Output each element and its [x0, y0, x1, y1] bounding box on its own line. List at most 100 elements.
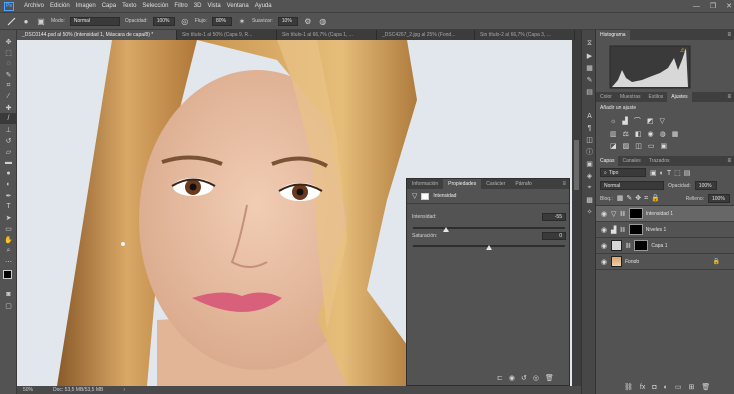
marquee-tool-icon[interactable]: ⬚: [0, 47, 17, 58]
crop-tool-icon[interactable]: ⌗: [0, 80, 17, 91]
layer-mask-thumbnail[interactable]: [628, 208, 643, 219]
menu-item-capa[interactable]: Capa: [102, 3, 116, 9]
paragraph-icon[interactable]: ¶: [582, 122, 597, 134]
smooth-field[interactable]: 10%: [277, 16, 298, 26]
libraries-icon[interactable]: ▣: [582, 158, 597, 170]
lasso-tool-icon[interactable]: ◌: [0, 58, 17, 69]
layer-name[interactable]: Capa 1: [651, 243, 667, 249]
tab-sin-titulo-1-50[interactable]: Sin título-1 al 50% (Capa 9, R...: [177, 30, 277, 40]
layer-name[interactable]: Fondo: [625, 259, 639, 265]
blend-mode-select[interactable]: Normal: [600, 181, 664, 190]
saturation-slider-handle[interactable]: [486, 245, 492, 250]
black-white-icon[interactable]: ◧: [635, 130, 642, 138]
gradient-map-icon[interactable]: ▭: [648, 142, 655, 150]
eraser-tool-icon[interactable]: ▱: [0, 146, 17, 157]
new-adjustment-icon[interactable]: ◐: [664, 384, 668, 391]
photo-filter-icon[interactable]: ◉: [648, 130, 654, 138]
brightness-contrast-icon[interactable]: ☼: [610, 118, 616, 125]
tab-histograma[interactable]: Histograma: [596, 30, 630, 40]
vibrance-icon[interactable]: ▽: [659, 117, 664, 125]
move-tool-icon[interactable]: ✥: [0, 36, 17, 47]
type-tool-icon[interactable]: T: [0, 201, 17, 212]
brush-preset-icon[interactable]: ●: [21, 16, 31, 26]
brushes-icon[interactable]: ✎: [582, 74, 597, 86]
channel-mixer-icon[interactable]: ◍: [660, 130, 666, 138]
adjustments-menu-icon[interactable]: ≡: [727, 94, 734, 100]
styles-icon[interactable]: ▩: [582, 194, 597, 206]
pressure-size-icon[interactable]: ◍: [318, 16, 328, 26]
mode-select[interactable]: Normal: [69, 16, 120, 26]
canvas-vertical-scrollbar[interactable]: [572, 40, 581, 386]
add-mask-icon[interactable]: ◘: [652, 384, 656, 391]
eye-icon[interactable]: ◉: [600, 242, 608, 250]
pen-tool-icon[interactable]: ✒: [0, 190, 17, 201]
layer-row[interactable]: ◉ ▽ ⛓ Intensidad 1: [596, 206, 734, 222]
clone-stamp-tool-icon[interactable]: ⊥: [0, 124, 17, 135]
menu-item-seleccion[interactable]: Selección: [142, 3, 168, 9]
histogram-menu-icon[interactable]: ≡: [727, 32, 734, 38]
layer-mask-thumbnail[interactable]: [634, 240, 649, 251]
tab-muestras[interactable]: Muestras: [616, 92, 645, 102]
menu-item-ayuda[interactable]: Ayuda: [255, 3, 272, 9]
glyphs-icon[interactable]: ◫: [582, 134, 597, 146]
menu-item-ventana[interactable]: Ventana: [227, 3, 249, 9]
color-balance-icon[interactable]: ⚖: [623, 130, 629, 138]
navigator-icon[interactable]: ⌖: [582, 182, 597, 194]
layer-row[interactable]: ◉ ⛓ Capa 1: [596, 238, 734, 254]
tab-color[interactable]: Color: [596, 92, 616, 102]
actions-play-icon[interactable]: ▶: [582, 50, 597, 62]
layers-menu-icon[interactable]: ≡: [727, 158, 734, 164]
layer-filter-icons[interactable]: ▣◐T⬚▤: [650, 169, 693, 177]
layer-row[interactable]: ◉ ▟ ⛓ Niveles 1: [596, 222, 734, 238]
layer-mask-icon[interactable]: [421, 192, 430, 200]
hand-tool-icon[interactable]: ✋: [0, 234, 17, 245]
close-button[interactable]: ✕: [726, 2, 732, 10]
brush-tool-icon-active[interactable]: /: [0, 113, 17, 124]
smoothing-options-gear-icon[interactable]: ⚙: [303, 16, 313, 26]
intensity-slider-handle[interactable]: [443, 227, 450, 232]
layer-name[interactable]: Intensidad 1: [646, 211, 673, 217]
fill-field[interactable]: 100%: [708, 194, 730, 203]
tab-caracter[interactable]: Carácter: [481, 179, 510, 189]
menu-item-edicion[interactable]: Edición: [50, 3, 70, 9]
invert-icon[interactable]: ◪: [610, 142, 617, 150]
path-selection-tool-icon[interactable]: ➤: [0, 212, 17, 223]
history-brush-tool-icon[interactable]: ↺: [0, 135, 17, 146]
color-lookup-icon[interactable]: ▦: [672, 130, 679, 138]
intensity-slider-track[interactable]: [413, 227, 565, 229]
flow-field[interactable]: 80%: [211, 16, 232, 26]
tab-dsc0144[interactable]: _DSC0144.psd al 50% (Intensidad 1, Másca…: [17, 30, 177, 40]
eye-icon[interactable]: ◉: [600, 258, 608, 266]
tab-canales[interactable]: Canales: [618, 156, 644, 166]
restore-button[interactable]: ❐: [710, 2, 716, 10]
healing-brush-tool-icon[interactable]: ✚: [0, 102, 17, 113]
curves-icon[interactable]: ⌒: [634, 116, 641, 126]
brush-tool-icon[interactable]: [6, 16, 16, 26]
layer-thumbnail[interactable]: [611, 256, 622, 267]
fx-icon[interactable]: fx: [640, 384, 645, 391]
tab-estilos[interactable]: Estilos: [645, 92, 668, 102]
gradient-tool-icon[interactable]: ▬: [0, 157, 17, 168]
new-layer-icon[interactable]: ⊞: [688, 383, 694, 391]
intensity-value[interactable]: -55: [542, 213, 566, 221]
tab-dsc4267[interactable]: _DSC4267_2.jpg al 25% (Fond...: [377, 30, 475, 40]
tab-sin-titulo-2-66[interactable]: Sin título-2 al 66,7% (Capa 3, ...: [475, 30, 575, 40]
view-previous-icon[interactable]: ◉: [509, 374, 515, 382]
panel-menu-icon[interactable]: ≡: [562, 181, 569, 187]
visibility-eye-icon[interactable]: ◎: [533, 374, 539, 382]
layer-opacity-field[interactable]: 100%: [694, 181, 717, 190]
zoom-tool-icon[interactable]: ⌕: [0, 245, 17, 256]
menu-item-texto[interactable]: Texto: [122, 3, 136, 9]
color-swatches[interactable]: [0, 267, 16, 289]
swatches-icon[interactable]: ▦: [582, 62, 597, 74]
tab-sin-titulo-1-66[interactable]: Sin título-1 al 66,7% (Capa 1, ...: [277, 30, 377, 40]
color-icon[interactable]: ◈: [582, 170, 597, 182]
lock-icons[interactable]: ▦✎✥⌗🔒: [617, 194, 663, 203]
opacity-field[interactable]: 100%: [152, 16, 175, 26]
tab-informacion[interactable]: Información: [407, 179, 443, 189]
posterize-icon[interactable]: ▨: [623, 142, 630, 150]
quick-mask-icon[interactable]: ◙: [0, 289, 17, 300]
threshold-icon[interactable]: ◫: [635, 142, 642, 150]
airbrush-icon[interactable]: ✶: [237, 16, 247, 26]
menu-item-3d[interactable]: 3D: [194, 3, 202, 9]
